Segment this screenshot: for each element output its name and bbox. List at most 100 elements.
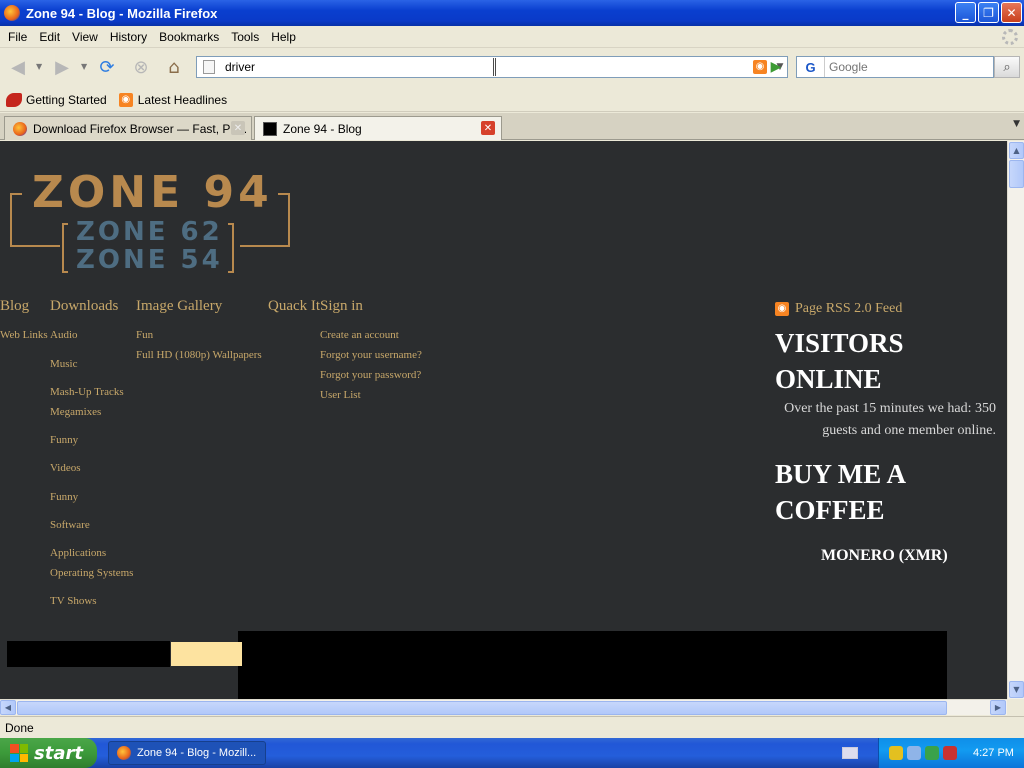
back-history-dropdown-icon[interactable]: ▼ (36, 62, 42, 71)
nav-sub-mashup-tracks[interactable]: Mash-Up Tracks (50, 386, 124, 398)
rss-feed-link[interactable]: ◉ Page RSS 2.0 Feed (775, 301, 902, 317)
nav-sub-wallpapers[interactable]: Full HD (1080p) Wallpapers (136, 349, 262, 361)
taskbar: start Zone 94 - Blog - Mozill... 4:27 PM (0, 738, 1024, 768)
nav-web-links[interactable]: Web Links (0, 329, 48, 341)
vertical-scroll-thumb[interactable] (1009, 160, 1024, 188)
cream-block[interactable] (171, 642, 242, 666)
forward-button[interactable]: ▶ (50, 55, 74, 79)
scroll-left-icon[interactable]: ◀ (0, 700, 16, 715)
black-block (7, 641, 170, 667)
windows-flag-icon (10, 744, 28, 762)
home-button[interactable]: ⌂ (162, 55, 186, 79)
tab-close-icon[interactable]: ✕ (231, 121, 245, 135)
url-text[interactable]: driver (225, 60, 753, 74)
window-controls: _ ❐ ✕ (955, 2, 1022, 23)
start-button[interactable]: start (0, 738, 97, 768)
nav-blog[interactable]: Blog (0, 298, 29, 315)
restore-button[interactable]: ❐ (978, 2, 999, 23)
back-arrow-icon: ◀ (11, 56, 25, 78)
menu-file[interactable]: File (2, 30, 33, 44)
stop-button[interactable]: ⊗ (129, 55, 153, 79)
security-shield-icon[interactable] (889, 746, 903, 760)
search-input[interactable] (825, 60, 985, 74)
menu-help[interactable]: Help (265, 30, 302, 44)
nav-sub-operating-systems[interactable]: Operating Systems (50, 567, 133, 579)
scroll-down-icon[interactable]: ▼ (1009, 681, 1024, 698)
nav-sub-megamixes[interactable]: Megamixes (50, 406, 101, 418)
vertical-scrollbar[interactable]: ▲ ▼ (1007, 141, 1024, 700)
nav-sub-tv-shows[interactable]: TV Shows (50, 595, 97, 607)
antivirus-icon[interactable] (943, 746, 957, 760)
nav-sub-applications[interactable]: Applications (50, 547, 106, 559)
menu-edit[interactable]: Edit (33, 30, 66, 44)
menu-view[interactable]: View (66, 30, 104, 44)
firefox-icon (4, 5, 20, 21)
nav-sub-create-account[interactable]: Create an account (320, 329, 399, 341)
logo-bracket (228, 223, 234, 273)
rss-icon: ◉ (118, 92, 133, 107)
horizontal-scroll-thumb[interactable] (17, 701, 947, 715)
nav-image-gallery[interactable]: Image Gallery (136, 298, 222, 315)
status-bar: Done (0, 716, 1024, 738)
tab-zone94-blog[interactable]: Zone 94 - Blog ✕ (254, 116, 502, 140)
go-button[interactable]: ▶ (766, 58, 786, 76)
minimize-button[interactable]: _ (955, 2, 976, 23)
nav-sub-funny-videos[interactable]: Funny (50, 491, 78, 503)
nav-sub-music[interactable]: Music (50, 358, 78, 370)
nav-downloads[interactable]: Downloads (50, 298, 118, 315)
nav-sub-funny[interactable]: Funny (50, 434, 78, 446)
close-button[interactable]: ✕ (1001, 2, 1022, 23)
window-title: Zone 94 - Blog - Mozilla Firefox (26, 5, 218, 21)
tab-download-firefox[interactable]: Download Firefox Browser — Fast, Pri... … (4, 116, 252, 140)
tab-close-icon[interactable]: ✕ (481, 121, 495, 135)
buy-me-a-coffee-heading: BUY ME A COFFEE (775, 459, 905, 525)
url-bar[interactable]: driver ◉ ▼ (196, 56, 788, 78)
nav-sub-user-list[interactable]: User List (320, 389, 361, 401)
magnifier-icon: ⌕ (1003, 59, 1011, 75)
nav-sub-videos[interactable]: Videos (50, 462, 81, 474)
nav-sub-forgot-username[interactable]: Forgot your username? (320, 349, 422, 361)
page-favicon-icon (203, 60, 215, 74)
forward-arrow-icon: ▶ (55, 56, 69, 78)
nav-sub-audio[interactable]: Audio (50, 329, 78, 341)
scroll-right-icon[interactable]: ▶ (990, 700, 1006, 715)
logo-bracket (62, 223, 68, 273)
update-icon[interactable] (925, 746, 939, 760)
nav-sub-fun[interactable]: Fun (136, 329, 153, 341)
firefox-favicon-icon (13, 121, 27, 136)
nav-quack-it[interactable]: Quack It (268, 298, 320, 315)
menu-bar: File Edit View History Bookmarks Tools H… (0, 26, 1024, 48)
network-icon[interactable] (907, 746, 921, 760)
taskbar-firefox-window[interactable]: Zone 94 - Blog - Mozill... (108, 741, 266, 765)
search-button[interactable]: ⌕ (994, 56, 1020, 78)
clock[interactable]: 4:27 PM (973, 747, 1014, 759)
bookmarks-toolbar: Getting Started ◉ Latest Headlines (0, 88, 1024, 112)
nav-sub-forgot-password[interactable]: Forgot your password? (320, 369, 421, 381)
forward-history-dropdown-icon[interactable]: ▼ (81, 62, 87, 71)
back-button[interactable]: ◀ (6, 55, 30, 79)
bookmark-latest-headlines[interactable]: ◉ Latest Headlines (118, 92, 227, 107)
reload-icon: ⟳ (99, 56, 115, 78)
scroll-up-icon[interactable]: ▲ (1009, 142, 1024, 159)
start-label: start (34, 742, 83, 764)
content-panel (238, 631, 947, 700)
rss-feed-icon[interactable]: ◉ (753, 60, 767, 74)
search-box[interactable]: G (796, 56, 994, 78)
taskbar-window-label: Zone 94 - Blog - Mozill... (137, 747, 257, 759)
scrollbar-corner (1007, 699, 1024, 715)
site-logo[interactable]: ZONE 94 ZONE 62 ZONE 54 (10, 171, 292, 273)
logo-frame-line (240, 245, 290, 247)
google-engine-icon[interactable]: G (797, 57, 825, 77)
tab-list-dropdown-icon[interactable]: ▼ (1013, 119, 1020, 129)
reload-button[interactable]: ⟳ (95, 55, 119, 79)
menu-tools[interactable]: Tools (225, 30, 265, 44)
bookmark-getting-started[interactable]: Getting Started (6, 92, 107, 107)
menu-history[interactable]: History (104, 30, 153, 44)
visitors-online-text: Over the past 15 minutes we had: 350 gue… (784, 401, 996, 438)
keyboard-icon[interactable] (842, 747, 858, 759)
nav-sign-in[interactable]: Sign in (320, 298, 363, 315)
nav-sub-software[interactable]: Software (50, 519, 90, 531)
menu-bookmarks[interactable]: Bookmarks (153, 30, 225, 44)
home-icon: ⌂ (168, 56, 180, 78)
horizontal-scrollbar[interactable]: ◀ ▶ (0, 699, 1007, 715)
